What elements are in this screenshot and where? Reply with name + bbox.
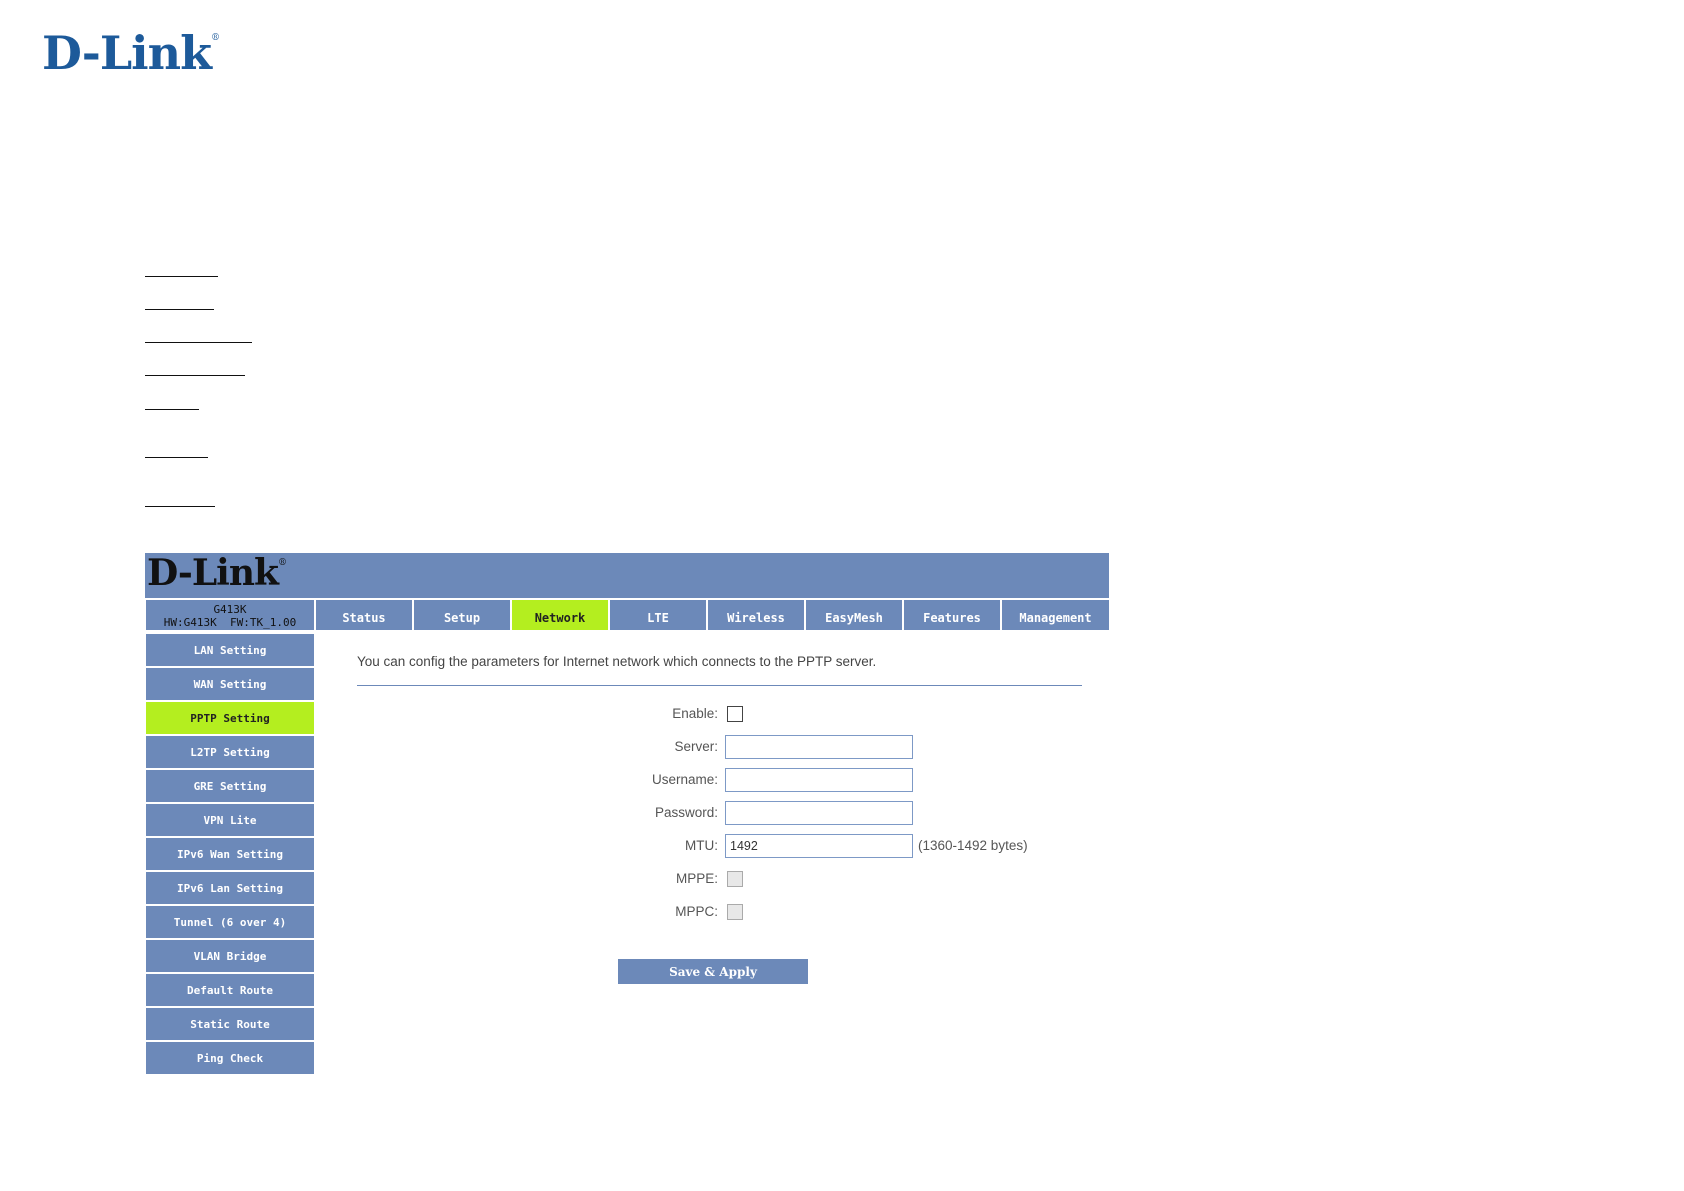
save-apply-button[interactable]: Save & Apply xyxy=(618,959,808,984)
mppc-label: MPPC: xyxy=(675,904,718,919)
sidebar-item-l2tp-setting[interactable]: L2TP Setting xyxy=(146,736,314,768)
mppe-checkbox[interactable] xyxy=(727,871,743,887)
server-label: Server: xyxy=(674,739,718,754)
mppe-label: MPPE: xyxy=(675,871,718,886)
mtu-range-hint: (1360-1492 bytes) xyxy=(918,838,1028,853)
username-label: Username: xyxy=(651,772,718,787)
sidebar-item-ipv6-lan-setting[interactable]: IPv6 Lan Setting xyxy=(146,872,314,904)
doc-underline xyxy=(145,409,199,410)
sidebar-item-wan-setting[interactable]: WAN Setting xyxy=(146,668,314,700)
app-header: D-Link® xyxy=(145,553,1109,598)
mppc-checkbox[interactable] xyxy=(727,904,743,920)
doc-underline xyxy=(145,506,215,507)
mtu-input[interactable]: 1492 xyxy=(725,834,913,858)
sidebar-item-lan-setting[interactable]: LAN Setting xyxy=(146,634,314,666)
sidebar-item-ipv6-wan-setting[interactable]: IPv6 Wan Setting xyxy=(146,838,314,870)
doc-underline xyxy=(145,309,214,310)
sidebar-item-default-route[interactable]: Default Route xyxy=(146,974,314,1006)
sidebar-item-vpn-lite[interactable]: VPN Lite xyxy=(146,804,314,836)
dlink-logo: D-Link® xyxy=(42,26,220,80)
sidebar-item-static-route[interactable]: Static Route xyxy=(146,1008,314,1040)
password-input[interactable] xyxy=(725,801,913,825)
tab-features[interactable]: Features xyxy=(904,600,1000,630)
tab-easymesh[interactable]: EasyMesh xyxy=(806,600,902,630)
sidebar-item-gre-setting[interactable]: GRE Setting xyxy=(146,770,314,802)
sidebar-item-ping-check[interactable]: Ping Check xyxy=(146,1042,314,1074)
doc-underline xyxy=(145,375,245,376)
sidebar-item-pptp-setting[interactable]: PPTP Setting xyxy=(146,702,314,734)
router-ui-screenshot: D-Link® G413K HW:G413K FW:TK_1.00 Status… xyxy=(145,553,1109,1074)
app-logo: D-Link® xyxy=(147,552,287,594)
divider xyxy=(357,685,1082,686)
tab-wireless[interactable]: Wireless xyxy=(708,600,804,630)
enable-label: Enable: xyxy=(672,706,718,721)
sidebar-item-vlan-bridge[interactable]: VLAN Bridge xyxy=(146,940,314,972)
device-versions: HW:G413K FW:TK_1.00 xyxy=(163,616,297,629)
username-input[interactable] xyxy=(725,768,913,792)
enable-checkbox[interactable] xyxy=(727,706,743,722)
device-model: G413K xyxy=(213,603,247,616)
doc-underline xyxy=(145,276,218,277)
device-info: G413K HW:G413K FW:TK_1.00 xyxy=(146,600,314,630)
tab-setup[interactable]: Setup xyxy=(414,600,510,630)
tab-status[interactable]: Status xyxy=(316,600,412,630)
doc-underline xyxy=(145,457,208,458)
sidebar-item-tunnel-6over4[interactable]: Tunnel (6 over 4) xyxy=(146,906,314,938)
password-label: Password: xyxy=(654,805,718,820)
tab-network[interactable]: Network xyxy=(512,600,608,630)
page-description: You can config the parameters for Intern… xyxy=(357,654,877,669)
mtu-label: MTU: xyxy=(685,838,718,853)
doc-underline xyxy=(145,342,252,343)
tab-management[interactable]: Management xyxy=(1002,600,1109,630)
server-input[interactable] xyxy=(725,735,913,759)
tab-lte[interactable]: LTE xyxy=(610,600,706,630)
